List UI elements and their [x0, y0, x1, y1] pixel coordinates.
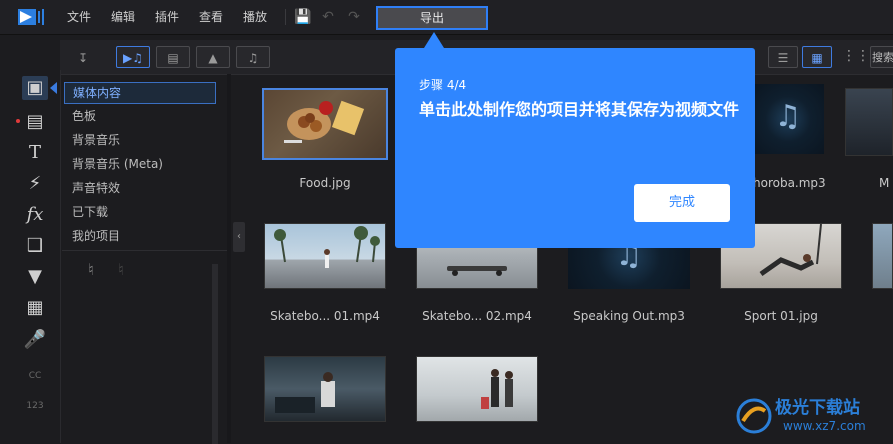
microphone-icon[interactable]: 🎤	[22, 328, 48, 352]
overlay-icon[interactable]: ❑	[22, 234, 48, 258]
add-tag-icon[interactable]: ♮	[88, 260, 94, 279]
menu-file[interactable]: 文件	[67, 0, 91, 34]
menu-plugins[interactable]: 插件	[155, 0, 179, 34]
grid-view-button[interactable]: ▦	[802, 46, 832, 68]
music-note-icon: ♫	[774, 99, 802, 134]
tooltip-arrow	[424, 32, 444, 48]
thumbnail-skateboard-01[interactable]	[264, 223, 386, 289]
category-media-content[interactable]: 媒体内容	[64, 82, 216, 104]
filter-video-audio-button[interactable]: ▶♫	[116, 46, 150, 68]
transition-icon[interactable]: ⚡	[22, 172, 48, 196]
instant-project-icon[interactable]: ▤	[22, 110, 48, 134]
subtitle-cc-icon[interactable]: CC	[22, 364, 48, 388]
particle-icon[interactable]: ▼	[22, 265, 48, 289]
caption-partial: M	[879, 176, 890, 190]
caption-horoba: horoba.mp3	[753, 176, 826, 190]
options-grid-icon[interactable]: ⋮⋮	[842, 48, 870, 66]
watermark-url: www.xz7.com	[783, 419, 866, 433]
list-view-button[interactable]: ☰	[768, 46, 798, 68]
menu-play[interactable]: 播放	[243, 0, 267, 34]
fx-filter-icon[interactable]: fx	[22, 203, 48, 227]
filter-image-button[interactable]: ▲	[196, 46, 230, 68]
active-pointer-icon	[50, 82, 57, 94]
caption-skateboard-01: Skatebo... 01.mp4	[270, 309, 380, 323]
filter-video-button[interactable]: ▤	[156, 46, 190, 68]
caption-food: Food.jpg	[299, 176, 351, 190]
category-sound-effects[interactable]: 声音特效	[72, 178, 120, 198]
media-library-icon[interactable]: ▣	[22, 76, 48, 100]
save-icon[interactable]: 💾	[294, 9, 311, 25]
watermark-name: 极光下载站	[775, 398, 860, 418]
left-tool-rail: ▣ ▤ T ⚡ fx ❑ ▼ ▦ 🎤 CC 123	[0, 70, 61, 443]
menu-bar: 文件 编辑 插件 查看 播放 💾 ↶ ↷ 导出	[0, 0, 893, 35]
category-divider	[62, 250, 227, 251]
search-button[interactable]: 搜索	[870, 46, 893, 68]
watermark: 极光下载站 www.xz7.com	[735, 393, 893, 443]
app-logo-icon	[18, 9, 44, 25]
export-button[interactable]: 导出	[376, 6, 488, 30]
collapse-panel-button[interactable]: ‹	[233, 222, 245, 252]
caption-skateboard-02: Skatebo... 02.mp4	[422, 309, 532, 323]
caption-speaking-out: Speaking Out.mp3	[573, 309, 685, 323]
thumbnail-partial-2[interactable]	[872, 223, 893, 289]
filter-audio-button[interactable]: ♫	[236, 46, 270, 68]
thumbnail-airport-02[interactable]	[416, 356, 538, 422]
panel-splitter[interactable]	[227, 74, 231, 443]
menu-divider	[285, 9, 286, 25]
category-background-music[interactable]: 背景音乐	[72, 130, 120, 150]
menu-view[interactable]: 查看	[199, 0, 223, 34]
tooltip-step-counter: 步骤 4/4	[419, 78, 467, 92]
watermark-logo-icon	[736, 398, 772, 434]
undo-icon[interactable]: ↶	[320, 9, 336, 25]
category-color-board[interactable]: 色板	[72, 106, 96, 126]
tooltip-message: 单击此处制作您的项目并将其保存为视频文件	[419, 100, 740, 119]
motion-path-icon[interactable]: ▦	[22, 296, 48, 320]
thumbnail-horoba[interactable]: ♫	[752, 84, 824, 154]
category-my-projects[interactable]: 我的项目	[72, 226, 120, 246]
title-text-icon[interactable]: T	[22, 141, 48, 165]
caption-sport-01: Sport 01.jpg	[744, 309, 818, 323]
import-media-icon[interactable]: ↧	[66, 46, 100, 68]
category-downloaded[interactable]: 已下载	[72, 202, 108, 222]
category-scrollbar[interactable]	[212, 264, 218, 444]
thumbnail-airport-01[interactable]	[264, 356, 386, 422]
thumbnail-partial[interactable]	[845, 88, 893, 156]
category-background-music-meta[interactable]: 背景音乐 (Meta)	[72, 154, 163, 174]
record-dot-icon	[16, 119, 20, 123]
remove-tag-icon[interactable]: ♮	[118, 260, 124, 279]
menu-edit[interactable]: 编辑	[111, 0, 135, 34]
tooltip-done-button[interactable]: 完成	[634, 184, 730, 222]
thumbnail-food[interactable]	[262, 88, 388, 160]
tutorial-tooltip: 步骤 4/4 单击此处制作您的项目并将其保存为视频文件 完成	[395, 48, 755, 248]
counter-icon[interactable]: 123	[22, 394, 48, 418]
redo-icon[interactable]: ↷	[346, 9, 362, 25]
category-panel: 媒体内容 色板 背景音乐 背景音乐 (Meta) 声音特效 已下载 我的项目 ♮…	[62, 78, 227, 444]
